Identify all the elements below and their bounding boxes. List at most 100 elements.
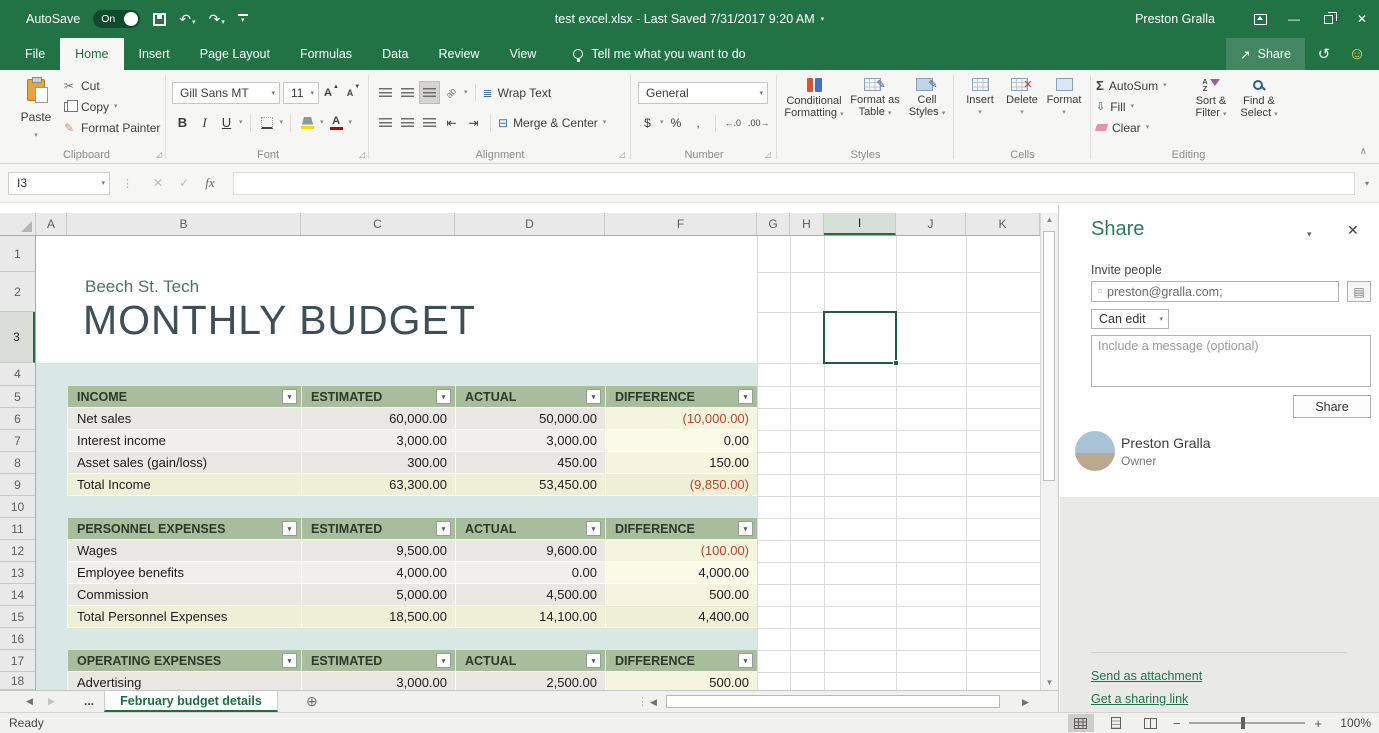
table-header-cell[interactable]: ACTUAL▾ xyxy=(455,518,605,540)
font-size-select[interactable]: 11▾ xyxy=(283,82,319,104)
column-header-g[interactable]: G xyxy=(757,213,790,235)
redo-button[interactable]: ↷▾ xyxy=(208,12,224,26)
dialog-launcher-icon[interactable]: ◿ xyxy=(765,150,771,159)
column-header-a[interactable]: A xyxy=(36,213,67,235)
underline-caret-icon[interactable]: ▾ xyxy=(239,119,243,126)
sheet-nav-left-icon[interactable]: ◀ xyxy=(26,696,33,707)
filter-button[interactable]: ▾ xyxy=(282,653,297,668)
column-header-d[interactable]: D xyxy=(455,213,605,235)
cell[interactable]: Employee benefits xyxy=(67,562,301,584)
history-icon[interactable]: ↺ xyxy=(1305,45,1343,63)
enter-icon[interactable]: ✓ xyxy=(171,172,197,195)
cell[interactable]: 4,000.00 xyxy=(605,562,757,584)
cell[interactable]: 14,100.00 xyxy=(455,606,605,628)
column-header-f[interactable]: F xyxy=(605,213,757,235)
cell[interactable]: 4,500.00 xyxy=(455,584,605,606)
table-header-cell[interactable]: INCOME▾ xyxy=(67,386,301,408)
format-as-table-button[interactable]: ✎ Format as Table ▾ xyxy=(846,75,904,118)
row-header-5[interactable]: 5 xyxy=(0,386,35,408)
scroll-down-icon[interactable]: ▼ xyxy=(1041,678,1058,687)
table-header-cell[interactable]: DIFFERENCE▾ xyxy=(605,518,757,540)
cell[interactable]: Advertising xyxy=(67,672,301,690)
cell[interactable]: 150.00 xyxy=(605,452,757,474)
cell[interactable]: Commission xyxy=(67,584,301,606)
cell[interactable]: (9,850.00) xyxy=(605,474,757,496)
ribbon-tab-home[interactable]: Home xyxy=(60,38,123,70)
name-box-caret-icon[interactable]: ▾ xyxy=(97,179,105,187)
sheet-nav-right-icon[interactable]: ▶ xyxy=(48,696,55,707)
collapse-ribbon-icon[interactable]: ∧ xyxy=(1360,146,1367,157)
table-header-cell[interactable]: ESTIMATED▾ xyxy=(301,386,455,408)
format-painter-button[interactable]: ✎Format Painter xyxy=(62,118,160,137)
title-caret-icon[interactable]: ▾ xyxy=(821,16,825,23)
filter-button[interactable]: ▾ xyxy=(586,653,601,668)
filter-button[interactable]: ▾ xyxy=(586,521,601,536)
tell-me-box[interactable]: Tell me what you want to do xyxy=(573,38,745,70)
filter-button[interactable]: ▾ xyxy=(436,389,451,404)
cell[interactable]: 0.00 xyxy=(605,430,757,452)
borders-button[interactable] xyxy=(258,112,277,133)
zoom-in-button[interactable]: + xyxy=(1314,716,1322,731)
table-header-cell[interactable]: OPERATING EXPENSES▾ xyxy=(67,650,301,672)
filter-button[interactable]: ▾ xyxy=(436,521,451,536)
underline-button[interactable]: U xyxy=(217,112,236,133)
row-header-12[interactable]: 12 xyxy=(0,540,35,562)
row-header-8[interactable]: 8 xyxy=(0,452,35,474)
cell[interactable]: 4,000.00 xyxy=(301,562,455,584)
ribbon-tab-data[interactable]: Data xyxy=(367,38,423,70)
clear-button[interactable]: Clear▾ xyxy=(1096,118,1167,137)
filter-button[interactable]: ▾ xyxy=(282,389,297,404)
row-header-9[interactable]: 9 xyxy=(0,474,35,496)
cell[interactable]: 3,000.00 xyxy=(455,430,605,452)
cell[interactable]: 53,450.00 xyxy=(455,474,605,496)
row-header-2[interactable]: 2 xyxy=(0,272,35,312)
table-header-cell[interactable]: ESTIMATED▾ xyxy=(301,650,455,672)
formula-input[interactable] xyxy=(233,172,1355,195)
save-icon[interactable] xyxy=(153,13,166,26)
cell[interactable]: 2,500.00 xyxy=(455,672,605,690)
sort-filter-button[interactable]: AZ Sort & Filter ▾ xyxy=(1186,75,1236,119)
conditional-formatting-button[interactable]: Conditional Formatting ▾ xyxy=(782,75,846,119)
hscroll-right-icon[interactable]: ▶ xyxy=(1022,697,1029,708)
decrease-indent-button[interactable]: ⇤ xyxy=(442,112,461,133)
zoom-slider[interactable] xyxy=(1189,722,1305,724)
cell[interactable]: Interest income xyxy=(67,430,301,452)
increase-decimal-button[interactable]: ←.0 xyxy=(723,112,744,133)
fill-button[interactable]: ⇩Fill▾ xyxy=(1096,97,1167,116)
send-as-attachment-link[interactable]: Send as attachment xyxy=(1091,669,1202,683)
scroll-up-icon[interactable]: ▲ xyxy=(1041,215,1058,224)
view-page-break-button[interactable] xyxy=(1138,714,1164,732)
row-header-7[interactable]: 7 xyxy=(0,430,35,452)
table-header-cell[interactable]: DIFFERENCE▾ xyxy=(605,650,757,672)
cell[interactable]: (10,000.00) xyxy=(605,408,757,430)
filter-button[interactable]: ▾ xyxy=(738,653,753,668)
cell[interactable]: 3,000.00 xyxy=(301,430,455,452)
customize-qat-icon[interactable]: ▾ xyxy=(238,14,248,24)
copy-button[interactable]: Copy▾ xyxy=(62,97,160,116)
row-header-11[interactable]: 11 xyxy=(0,518,35,540)
column-header-c[interactable]: C xyxy=(301,213,455,235)
font-color-button[interactable]: A xyxy=(327,112,346,133)
table-header-cell[interactable]: PERSONNEL EXPENSES▾ xyxy=(67,518,301,540)
pane-close-icon[interactable]: ✕ xyxy=(1347,222,1359,239)
cell[interactable]: 450.00 xyxy=(455,452,605,474)
filter-button[interactable]: ▾ xyxy=(282,521,297,536)
align-top-button[interactable] xyxy=(376,82,395,103)
sheet-title[interactable]: MONTHLY BUDGET xyxy=(83,297,476,344)
currency-button[interactable]: $ xyxy=(638,112,657,133)
ribbon-tab-insert[interactable]: Insert xyxy=(124,38,185,70)
merge-center-button[interactable]: ⊟Merge & Center▾ xyxy=(498,113,606,132)
ribbon-display-options-icon[interactable] xyxy=(1243,0,1277,38)
align-left-button[interactable] xyxy=(376,112,395,133)
cell[interactable]: 9,500.00 xyxy=(301,540,455,562)
cell[interactable]: Net sales xyxy=(67,408,301,430)
row-header-13[interactable]: 13 xyxy=(0,562,35,584)
cell-styles-button[interactable]: ✎ Cell Styles ▾ xyxy=(904,75,950,118)
filter-button[interactable]: ▾ xyxy=(586,389,601,404)
cell[interactable]: Total Income xyxy=(67,474,301,496)
cell[interactable]: Wages xyxy=(67,540,301,562)
cell[interactable]: 18,500.00 xyxy=(301,606,455,628)
cell[interactable]: 50,000.00 xyxy=(455,408,605,430)
message-input[interactable] xyxy=(1091,335,1371,387)
row-header-14[interactable]: 14 xyxy=(0,584,35,606)
